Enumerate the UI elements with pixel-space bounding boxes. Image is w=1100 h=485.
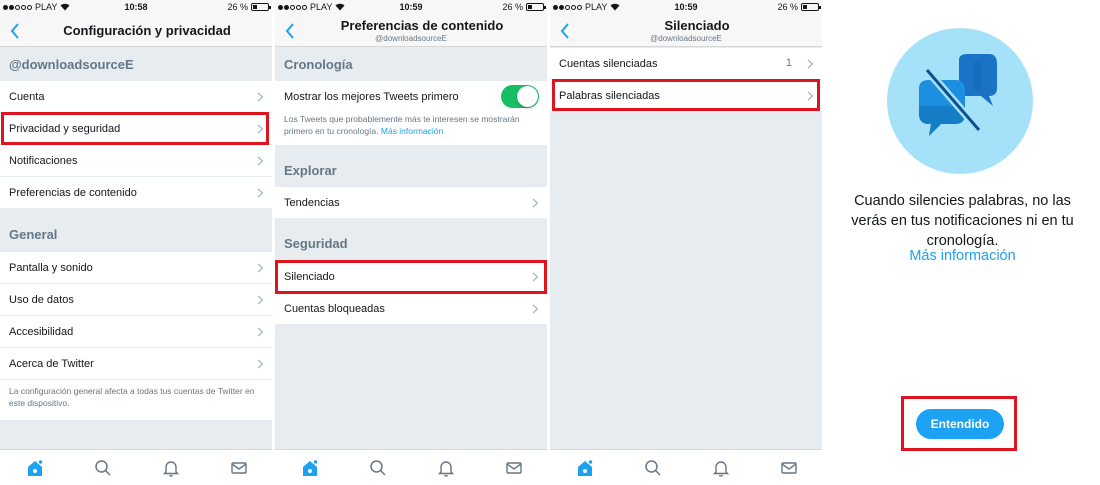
page-subtitle: @downloadsourceE (650, 34, 722, 43)
chevron-right-icon (257, 359, 264, 369)
best-tweets-note: Los Tweets que probablemente más te inte… (275, 113, 547, 145)
illustration-circle (887, 28, 1033, 174)
highlight-box (1, 112, 269, 145)
home-icon[interactable] (301, 459, 319, 477)
search-icon[interactable] (369, 459, 387, 477)
settings-item-label: Tendencias (284, 196, 340, 209)
chevron-right-icon (257, 327, 264, 337)
safety-section-header: Seguridad (275, 226, 547, 261)
battery-percent: 26 % (777, 2, 798, 12)
settings-item-label: Cuentas silenciadas (559, 57, 658, 70)
nav-bar: Preferencias de contenido @downloadsourc… (275, 15, 547, 47)
page-title: Preferencias de contenido (340, 18, 504, 33)
search-icon[interactable] (644, 459, 662, 477)
page-subtitle: @downloadsourceE (375, 34, 447, 43)
settings-item-trends[interactable]: Tendencias (275, 187, 547, 219)
notifications-bell-icon[interactable] (162, 459, 180, 477)
nav-bar: Silenciado @downloadsourceE (550, 15, 822, 47)
general-section-header: General (0, 216, 272, 252)
settings-item-label: Acerca de Twitter (9, 357, 94, 370)
settings-item-accessibility[interactable]: Accesibilidad (0, 316, 272, 348)
chevron-right-icon (532, 304, 539, 314)
more-info-link[interactable]: Más información (825, 248, 1100, 264)
timeline-section-header: Cronología (275, 48, 547, 81)
best-tweets-toggle[interactable] (501, 85, 539, 108)
settings-privacy-screen: PLAY 10:58 26 % Configuración y privacid… (0, 0, 272, 485)
more-info-link[interactable]: Más información (381, 126, 443, 136)
highlight-box (275, 260, 547, 294)
chevron-right-icon (257, 156, 264, 166)
settings-item-notifications[interactable]: Notificaciones (0, 145, 272, 177)
home-icon[interactable] (26, 459, 44, 477)
settings-item-muted-accounts[interactable]: Cuentas silenciadas 1 (550, 48, 822, 80)
battery-percent: 26 % (227, 2, 248, 12)
messages-envelope-icon[interactable] (505, 459, 523, 477)
muted-accounts-count: 1 (785, 57, 792, 69)
settings-item-label: Notificaciones (9, 154, 78, 167)
muted-screen: PLAY 10:59 26 % Silenciado @downloadsour… (550, 0, 822, 485)
highlight-box (552, 79, 820, 111)
tab-bar (0, 449, 272, 485)
battery-icon (251, 3, 271, 11)
settings-item-content-preferences[interactable]: Preferencias de contenido (0, 177, 272, 209)
muted-chat-bubbles-icon (919, 54, 997, 136)
battery-icon (526, 3, 546, 11)
chevron-right-icon (257, 188, 264, 198)
search-icon[interactable] (94, 459, 112, 477)
status-bar: PLAY 10:59 26 % (275, 0, 547, 15)
settings-item-label: Accesibilidad (9, 325, 74, 338)
highlight-box (901, 396, 1017, 451)
chevron-right-icon (532, 198, 539, 208)
settings-item-data-usage[interactable]: Uso de datos (0, 284, 272, 316)
tab-bar (550, 449, 822, 485)
account-section-header: @downloadsourceE (0, 48, 272, 81)
settings-item-cuenta[interactable]: Cuenta (0, 81, 272, 113)
general-note: La configuración general afecta a todas … (0, 380, 272, 420)
chevron-right-icon (257, 263, 264, 273)
messages-envelope-icon[interactable] (230, 459, 248, 477)
muted-words-message: Cuando silencies palabras, no las verás … (851, 193, 1074, 249)
messages-envelope-icon[interactable] (780, 459, 798, 477)
settings-item-display-sound[interactable]: Pantalla y sonido (0, 252, 272, 284)
battery-percent: 26 % (502, 2, 523, 12)
notifications-bell-icon[interactable] (712, 459, 730, 477)
best-tweets-row: Mostrar los mejores Tweets primero (275, 81, 547, 113)
chevron-right-icon (807, 59, 814, 69)
nav-bar: Configuración y privacidad (0, 15, 272, 47)
chevron-right-icon (257, 295, 264, 305)
settings-item-label: Cuenta (9, 90, 45, 103)
battery-icon (801, 3, 821, 11)
settings-item-about-twitter[interactable]: Acerca de Twitter (0, 348, 272, 380)
settings-item-label: Uso de datos (9, 293, 74, 306)
status-bar: PLAY 10:58 26 % (0, 0, 272, 15)
settings-item-blocked-accounts[interactable]: Cuentas bloqueadas (275, 293, 547, 325)
home-icon[interactable] (576, 459, 594, 477)
back-chevron-icon[interactable] (8, 21, 24, 41)
settings-item-label: Preferencias de contenido (9, 186, 137, 199)
status-bar: PLAY 10:59 26 % (550, 0, 822, 15)
muted-words-intro-screen: Cuando silencies palabras, no las verás … (825, 0, 1100, 485)
explore-section-header: Explorar (275, 153, 547, 187)
tab-bar (275, 449, 547, 485)
chevron-right-icon (257, 92, 264, 102)
page-title: Configuración y privacidad (63, 23, 231, 38)
settings-item-label: Pantalla y sonido (9, 261, 93, 274)
content-preferences-screen: PLAY 10:59 26 % Preferencias de contenid… (275, 0, 547, 485)
toggle-knob (517, 86, 538, 107)
notifications-bell-icon[interactable] (437, 459, 455, 477)
page-title: Silenciado (664, 18, 730, 33)
settings-item-label: Cuentas bloqueadas (284, 302, 385, 315)
